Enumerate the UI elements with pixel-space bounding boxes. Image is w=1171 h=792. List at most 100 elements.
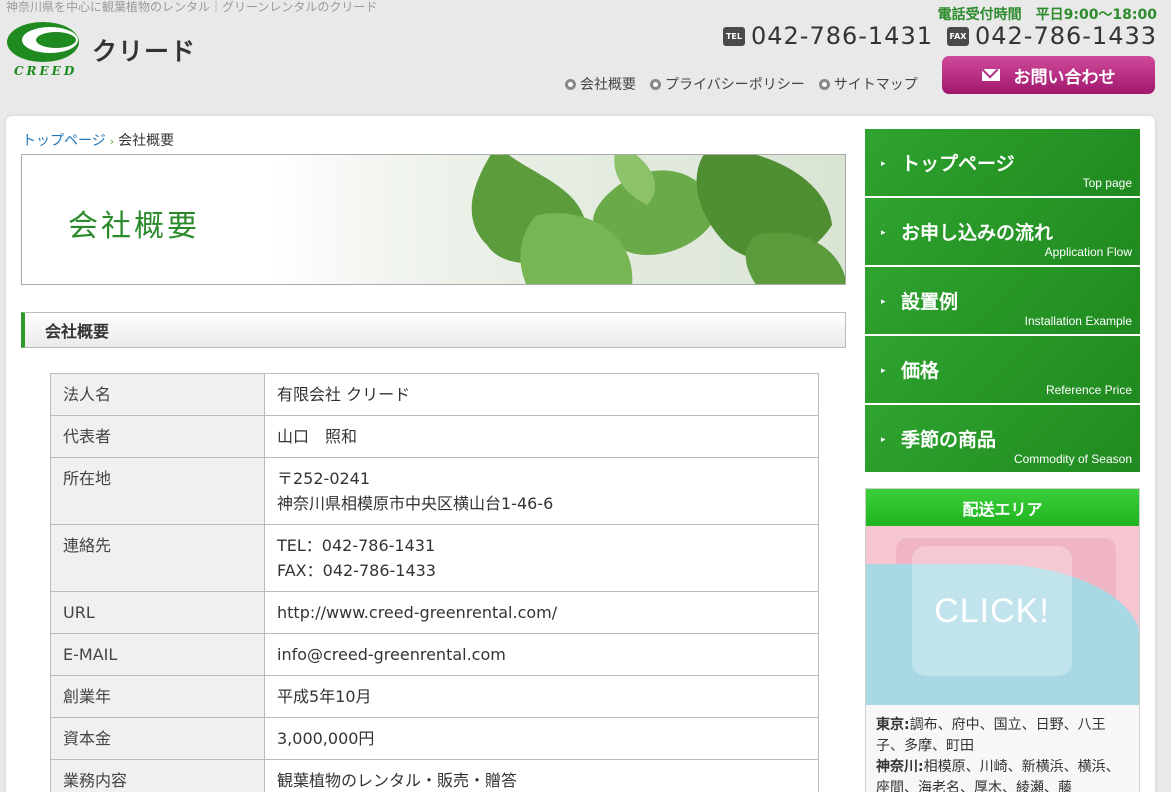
contact-button[interactable]: お問い合わせ bbox=[942, 56, 1155, 94]
sidebar-nav-sublabel: Application Flow bbox=[1044, 245, 1132, 259]
table-row: 資本金 3,000,000円 bbox=[50, 717, 819, 760]
sidebar-nav-sublabel: Installation Example bbox=[1024, 314, 1132, 328]
info-value-line: 有限会社 クリード bbox=[277, 385, 411, 404]
info-value-line: 3,000,000円 bbox=[277, 729, 375, 748]
main-content: トップページ › 会社概要 会社概要 会社概要 法人名 有限会社 クリード 代表者 山口 … bbox=[6, 116, 1155, 792]
section-heading: 会社概要 bbox=[21, 312, 846, 348]
sidebar-nav-label: トップページ bbox=[901, 153, 1015, 175]
tel-icon: TEL bbox=[722, 26, 745, 46]
sidebar-nav-item[interactable]: ▸ 季節の商品 Commodity of Season bbox=[865, 405, 1140, 472]
link-privacy[interactable]: プライバシーポリシー bbox=[650, 74, 805, 94]
delivery-area-map[interactable]: CLICK! bbox=[866, 526, 1139, 705]
breadcrumb-home[interactable]: トップページ bbox=[22, 133, 106, 149]
sidebar-nav: ▸ トップページ Top page ▸ お申し込みの流れ Application Flow… bbox=[865, 129, 1140, 472]
contact-button-label: お問い合わせ bbox=[1013, 67, 1116, 88]
info-key: 代表者 bbox=[50, 415, 265, 458]
info-value-line: 〒252-0241 bbox=[277, 469, 371, 488]
fax-icon: FAX bbox=[946, 26, 969, 46]
fax-number: 042-786-1433 bbox=[974, 22, 1157, 50]
info-value-line: 神奈川県相模原市中央区横山台1-46-6 bbox=[277, 494, 554, 513]
sidebar-nav-item[interactable]: ▸ 価格 Reference Price bbox=[865, 336, 1140, 403]
sidebar-nav-sublabel: Commodity of Season bbox=[1013, 452, 1132, 466]
info-key: 業務内容 bbox=[50, 759, 265, 792]
info-value-line: http://www.creed-greenrental.com/ bbox=[277, 603, 558, 622]
tokyo-areas: 調布、府中、国立、日野、八王子、多摩、町田 bbox=[876, 717, 1106, 754]
info-key: E-MAIL bbox=[50, 633, 265, 676]
tokyo-label: 東京: bbox=[876, 717, 910, 733]
sidebar-nav-label: 設置例 bbox=[901, 291, 959, 313]
map-click-label: CLICK! bbox=[912, 546, 1072, 676]
info-value-line: 山口 照和 bbox=[277, 427, 358, 446]
table-row: URL http://www.creed-greenrental.com/ bbox=[50, 591, 819, 634]
logo-leaf-icon bbox=[7, 22, 79, 62]
info-key: 連絡先 bbox=[50, 524, 265, 592]
business-hours: 電話受付時間 平日9:00～18:00 bbox=[937, 7, 1157, 23]
info-value-line: info@creed-greenrental.com bbox=[277, 645, 506, 664]
delivery-area-list: 東京:調布、府中、国立、日野、八王子、多摩、町田 神奈川:相模原、川崎、新横浜、… bbox=[866, 705, 1139, 792]
table-row: 業務内容観葉植物のレンタル・販売・贈答ガーデニングのトータルサポート bbox=[50, 759, 819, 792]
sidebar-nav-label: 価格 bbox=[901, 360, 940, 382]
info-value: 観葉植物のレンタル・販売・贈答ガーデニングのトータルサポート bbox=[264, 759, 819, 792]
header-links: 会社概要 プライバシーポリシー サイトマップ bbox=[565, 74, 918, 94]
table-row: 創業年 平成5年10月 bbox=[50, 675, 819, 718]
link-company[interactable]: 会社概要 bbox=[565, 74, 636, 94]
table-row: 代表者 山口 照和 bbox=[50, 415, 819, 458]
sidebar-nav-label: お申し込みの流れ bbox=[901, 222, 1054, 244]
breadcrumb: トップページ › 会社概要 bbox=[22, 130, 174, 150]
sidebar-nav-item[interactable]: ▸ 設置例 Installation Example bbox=[865, 267, 1140, 334]
table-row: 法人名 有限会社 クリード bbox=[50, 373, 819, 416]
info-value: 山口 照和 bbox=[264, 415, 819, 458]
arrow-right-icon: ▸ bbox=[881, 297, 886, 307]
arrow-right-icon: ▸ bbox=[881, 159, 886, 169]
phone-numbers: TEL 042-786-1431 FAX 042-786-1433 bbox=[722, 22, 1157, 50]
info-value: 3,000,000円 bbox=[264, 717, 819, 760]
info-key: 所在地 bbox=[50, 457, 265, 525]
breadcrumb-current: 会社概要 bbox=[118, 133, 175, 149]
sidebar-nav-sublabel: Top page bbox=[1082, 176, 1132, 190]
ivy-leaves-image bbox=[471, 155, 845, 284]
info-value-line: FAX：042-786-1433 bbox=[277, 561, 436, 580]
fax-group: FAX 042-786-1433 bbox=[946, 22, 1157, 50]
logo-subtitle: CREED bbox=[14, 64, 78, 78]
hero-title: 会社概要 bbox=[68, 209, 200, 244]
site-tagline: 神奈川県を中心に観葉植物のレンタル｜グリーンレンタルのクリード bbox=[6, 0, 378, 14]
delivery-area-title: 配送エリア bbox=[866, 489, 1139, 526]
tel-group: TEL 042-786-1431 bbox=[722, 22, 933, 50]
bullet-icon bbox=[650, 78, 661, 90]
info-key: 創業年 bbox=[50, 675, 265, 718]
sidebar-nav-item[interactable]: ▸ お申し込みの流れ Application Flow bbox=[865, 198, 1140, 265]
sidebar: ▸ トップページ Top page ▸ お申し込みの流れ Application Flow… bbox=[865, 129, 1140, 792]
info-value-line: TEL：042-786-1431 bbox=[277, 536, 436, 555]
company-info-table: 法人名 有限会社 クリード 代表者 山口 照和 所在地 〒252-0241 神奈川県相模原市… bbox=[50, 373, 819, 792]
info-value: 〒252-0241 神奈川県相模原市中央区横山台1-46-6 bbox=[264, 457, 819, 525]
info-value: TEL：042-786-1431 FAX：042-786-1433 bbox=[264, 524, 819, 592]
tel-number: 042-786-1431 bbox=[750, 22, 933, 50]
arrow-right-icon: ▸ bbox=[881, 366, 886, 376]
breadcrumb-separator-icon: › bbox=[109, 135, 115, 148]
table-row: 所在地 〒252-0241 神奈川県相模原市中央区横山台1-46-6 bbox=[50, 457, 819, 525]
info-value-line: 観葉植物のレンタル・販売・贈答 bbox=[277, 771, 518, 790]
info-value: http://www.creed-greenrental.com/ bbox=[264, 591, 819, 634]
arrow-right-icon: ▸ bbox=[881, 435, 886, 445]
site-logo[interactable]: クリード CREED bbox=[6, 20, 206, 80]
kanagawa-label: 神奈川: bbox=[876, 759, 924, 775]
info-value: 平成5年10月 bbox=[264, 675, 819, 718]
info-key: URL bbox=[50, 591, 265, 634]
delivery-area-box: 配送エリア CLICK! 東京:調布、府中、国立、日野、八王子、多摩、町田 神奈… bbox=[865, 488, 1140, 792]
sidebar-nav-label: 季節の商品 bbox=[901, 429, 997, 451]
table-row: 連絡先 TEL：042-786-1431 FAX：042-786-1433 bbox=[50, 524, 819, 592]
logo-name: クリード bbox=[92, 37, 197, 66]
link-sitemap[interactable]: サイトマップ bbox=[818, 74, 918, 94]
arrow-right-icon: ▸ bbox=[881, 228, 886, 238]
info-value-line: 平成5年10月 bbox=[277, 687, 372, 706]
info-value: info@creed-greenrental.com bbox=[264, 633, 819, 676]
info-key: 資本金 bbox=[50, 717, 265, 760]
bullet-icon bbox=[818, 78, 830, 90]
table-row: E-MAIL info@creed-greenrental.com bbox=[50, 633, 819, 676]
info-value: 有限会社 クリード bbox=[264, 373, 819, 416]
bullet-icon bbox=[565, 78, 576, 90]
mail-icon bbox=[981, 69, 1000, 81]
sidebar-nav-item[interactable]: ▸ トップページ Top page bbox=[865, 129, 1140, 196]
info-key: 法人名 bbox=[50, 373, 265, 416]
hero-banner: 会社概要 bbox=[21, 154, 846, 285]
